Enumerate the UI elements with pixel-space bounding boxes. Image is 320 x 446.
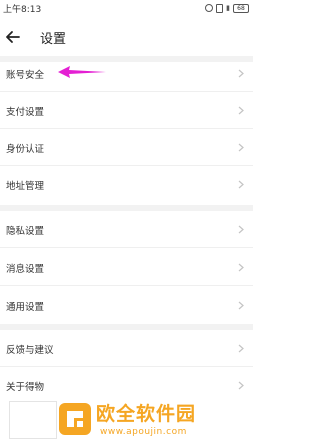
settings-item-account-security[interactable]: 账号安全 — [0, 55, 253, 92]
item-label: 通用设置 — [6, 302, 45, 313]
status-time: 上午8:13 — [3, 5, 42, 15]
settings-item-privacy[interactable]: 隐私设置 — [0, 211, 253, 248]
chevron-right-icon — [238, 106, 244, 115]
watermark-site-name: 欧全软件园 — [96, 403, 197, 425]
annotation-arrow-icon — [58, 66, 106, 78]
status-bar: 上午8:13 ▮ 68 — [0, 0, 253, 16]
chevron-right-icon — [238, 381, 244, 390]
sim-card-icon — [216, 3, 224, 13]
item-label: 身份认证 — [6, 144, 45, 155]
item-label: 地址管理 — [6, 181, 45, 192]
settings-item-identity[interactable]: 身份认证 — [0, 129, 253, 166]
page-title: 设置 — [40, 32, 67, 47]
chevron-right-icon — [238, 143, 244, 152]
item-label: 账号安全 — [6, 70, 45, 81]
item-label: 关于得物 — [6, 382, 45, 393]
chevron-right-icon — [238, 180, 244, 189]
item-label: 反馈与建议 — [6, 345, 54, 356]
watermark-url: www.apoujin.com — [100, 427, 187, 437]
item-label: 隐私设置 — [6, 226, 45, 237]
item-label: 消息设置 — [6, 264, 45, 275]
settings-item-messages[interactable]: 消息设置 — [0, 249, 253, 286]
back-arrow-icon[interactable] — [4, 28, 22, 46]
chevron-right-icon — [238, 69, 244, 78]
status-icons: ▮ 68 — [205, 3, 249, 13]
settings-item-address[interactable]: 地址管理 — [0, 166, 253, 203]
watermark-logo-icon — [59, 403, 91, 435]
watermark-card — [9, 401, 57, 439]
watermark: 欧全软件园 www.apoujin.com — [0, 396, 253, 446]
chevron-right-icon — [238, 301, 244, 310]
settings-item-feedback[interactable]: 反馈与建议 — [0, 330, 253, 367]
alarm-icon — [205, 4, 214, 12]
signal-icon: ▮ — [226, 3, 230, 12]
item-label: 支付设置 — [6, 107, 45, 118]
chevron-right-icon — [238, 344, 244, 353]
battery-icon: 68 — [233, 3, 249, 13]
nav-bar: 设置 — [0, 20, 253, 56]
settings-item-general[interactable]: 通用设置 — [0, 287, 253, 324]
chevron-right-icon — [238, 225, 244, 234]
settings-item-payment[interactable]: 支付设置 — [0, 92, 253, 129]
chevron-right-icon — [238, 263, 244, 272]
